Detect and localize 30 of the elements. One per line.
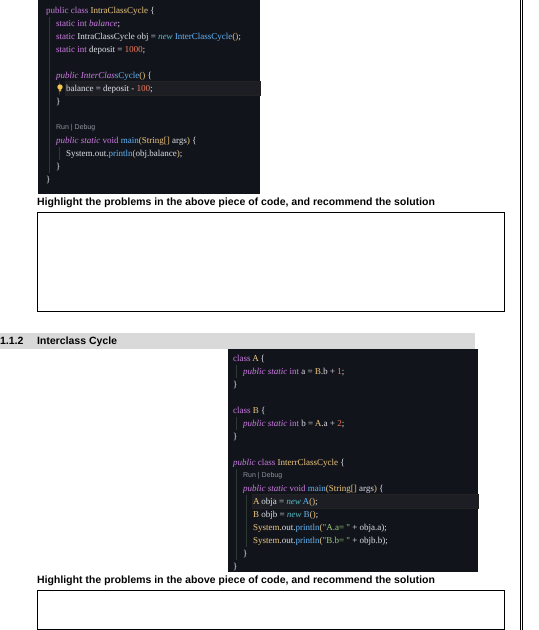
code-line: class B { xyxy=(233,404,266,417)
code-line: public static void main(String[] args) { xyxy=(243,482,384,495)
code-line: } xyxy=(56,95,62,108)
code-line: B objb = new B(); xyxy=(253,508,320,521)
code-line: public static int b = A.a + 2; xyxy=(243,417,346,430)
code-line: public class InterrClassCycle { xyxy=(233,456,346,469)
code-line: public static void main(String[] args) { xyxy=(56,134,198,147)
code-line: class A { xyxy=(233,352,266,365)
code-line: static int deposit = 1000; xyxy=(56,43,146,56)
section-title: Interclass Cycle xyxy=(37,335,117,347)
code-line: } xyxy=(233,430,238,443)
code-line: static int balance; xyxy=(56,17,122,30)
code-line: System.out.println(obj.balance); xyxy=(66,147,184,160)
code-line: } xyxy=(233,560,238,573)
code-line: public class IntraClassCycle { xyxy=(46,4,156,17)
code-line: } xyxy=(56,160,62,173)
code-line: } xyxy=(233,378,238,391)
code-line: public InterClassCycle() { xyxy=(56,69,153,82)
code-line: } xyxy=(46,173,52,186)
code-line: static IntraClassCycle obj = new InterClassCycle(); xyxy=(56,30,242,43)
code-line: System.out.println("B.b= " + objb.b); xyxy=(253,534,389,547)
answer-box[interactable] xyxy=(37,590,505,630)
question-text: Highlight the problems in the above piece of code, and recommend the solution xyxy=(37,574,435,587)
lightbulb-icon[interactable] xyxy=(57,84,63,92)
question-text: Highlight the problems in the above piece of code, and recommend the solution xyxy=(37,196,435,209)
code-line: } xyxy=(243,547,248,560)
code-line: System.out.println("A.a= " + obja.a); xyxy=(253,521,388,534)
answer-box[interactable] xyxy=(37,212,505,312)
code-line: public static int a = B.b + 1; xyxy=(243,365,346,378)
section-number: 1.1.2 xyxy=(0,335,24,347)
